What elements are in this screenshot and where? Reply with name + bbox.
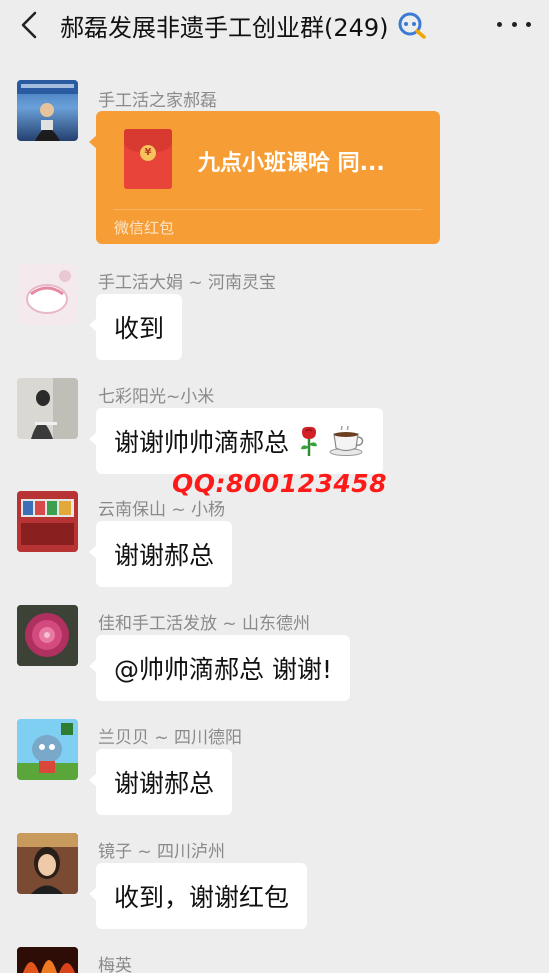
sender-name: 兰贝贝 ~ 四川德阳 xyxy=(98,728,243,748)
red-packet-label: 微信红包 xyxy=(114,219,175,237)
rose-icon xyxy=(297,425,321,457)
message-text: 谢谢郝总 xyxy=(114,769,215,798)
message-bubble[interactable]: 收到 xyxy=(88,294,183,360)
sender-name: 镜子 ~ 四川泸州 xyxy=(98,842,226,862)
message-bubble[interactable]: 谢谢郝总 xyxy=(88,521,233,587)
sender-name: 七彩阳光~小米 xyxy=(98,387,215,407)
avatar[interactable] xyxy=(17,719,78,780)
avatar[interactable] xyxy=(17,605,78,666)
avatar[interactable] xyxy=(17,947,78,973)
message-text: 谢谢郝总 xyxy=(114,541,215,570)
group-search-icon[interactable] xyxy=(395,10,429,40)
message-bubble[interactable]: 谢谢郝总 xyxy=(88,749,233,815)
message-bubble[interactable]: 谢谢帅帅滴郝总 xyxy=(88,408,384,474)
message-bubble[interactable]: @帅帅滴郝总 谢谢! xyxy=(89,635,350,701)
red-packet-card[interactable]: ¥ 九点小班课哈 同... 微信红包 xyxy=(89,111,440,244)
avatar[interactable] xyxy=(17,264,78,325)
sender-name: 云南保山 ~ 小杨 xyxy=(98,500,226,520)
avatar[interactable] xyxy=(17,80,78,141)
sender-name: 梅英 xyxy=(98,956,132,973)
chat-header: 郝磊发展非遗手工创业群(249) xyxy=(0,0,549,50)
chat-title: 郝磊发展非遗手工创业群(249) xyxy=(60,13,389,42)
red-packet-divider xyxy=(114,209,422,210)
red-envelope-icon: ¥ xyxy=(124,129,172,189)
avatar[interactable] xyxy=(17,491,78,552)
chevron-left-icon xyxy=(21,11,37,39)
more-dots-icon xyxy=(497,21,502,27)
message-text: 谢谢帅帅滴郝总 xyxy=(114,428,290,457)
sender-name: 手工活之家郝磊 xyxy=(98,91,217,111)
back-button[interactable] xyxy=(14,9,44,41)
sender-name: 佳和手工活发放 ~ 山东德州 xyxy=(98,614,311,634)
sender-name: 手工活大娟 ~ 河南灵宝 xyxy=(98,273,277,293)
red-packet-title: 九点小班课哈 同... xyxy=(198,151,385,176)
message-text: 收到，谢谢红包 xyxy=(114,883,290,912)
message-text: @帅帅滴郝总 谢谢! xyxy=(114,655,332,684)
more-button[interactable] xyxy=(497,14,531,34)
watermark-text: QQ:800123458 xyxy=(172,469,388,498)
message-bubble[interactable]: 收到，谢谢红包 xyxy=(88,863,308,929)
avatar[interactable] xyxy=(17,833,78,894)
message-text: 收到 xyxy=(114,314,165,343)
coffee-icon xyxy=(329,426,365,456)
avatar[interactable] xyxy=(17,378,78,439)
title-container: 郝磊发展非遗手工创业群(249) xyxy=(60,8,429,42)
